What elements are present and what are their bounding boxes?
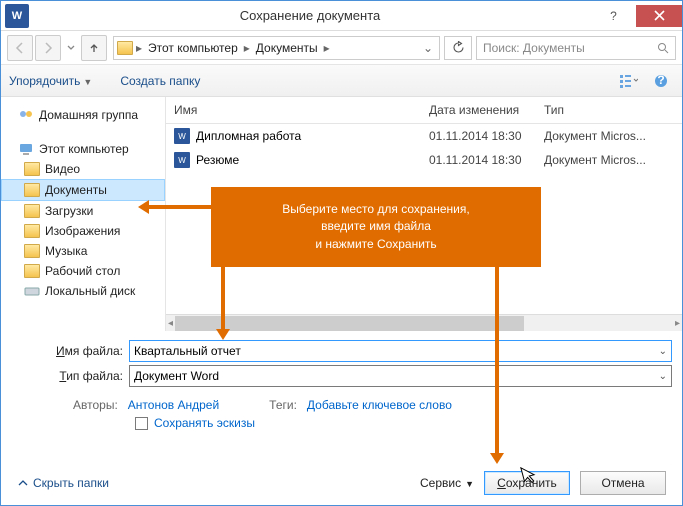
refresh-icon (452, 41, 465, 54)
svg-text:?: ? (657, 74, 664, 87)
annotation-arrow-left (141, 205, 211, 209)
metadata-row: Авторы: Антонов Андрей Теги: Добавьте ключ… (1, 390, 682, 412)
dialog-footer: Скрыть папки Сервис▼ Сохранить Отмена (1, 471, 682, 495)
column-headers[interactable]: Имя Дата изменения Тип (166, 97, 682, 124)
chevron-down-icon (67, 45, 75, 51)
file-row[interactable]: WДипломная работа 01.11.2014 18:30 Докум… (166, 124, 682, 148)
folder-icon (23, 243, 41, 259)
tags-key: Теги: (269, 398, 297, 412)
tree-video[interactable]: Видео (1, 159, 165, 179)
folder-icon (23, 223, 41, 239)
address-field[interactable]: ▸ Этот компьютер ▸ Документы ▸ ⌄ (113, 36, 440, 60)
command-bar: Упорядочить▼ Создать папку ? (1, 65, 682, 97)
nav-back-button[interactable] (7, 35, 33, 61)
view-icon (620, 74, 638, 88)
help-icon-button[interactable]: ? (648, 70, 674, 92)
col-date[interactable]: Дата изменения (429, 103, 544, 117)
filetype-select[interactable]: Документ Word⌄ (129, 365, 672, 387)
title-bar: W Сохранение документа ? (1, 1, 682, 31)
app-word-icon: W (5, 4, 29, 28)
nav-recent-button[interactable] (63, 35, 79, 61)
tags-value[interactable]: Добавьте ключевое слово (307, 398, 452, 412)
annotation-callout: Выберите место для сохранения, введите и… (211, 187, 541, 267)
folder-icon (23, 161, 41, 177)
arrow-up-icon (88, 42, 100, 54)
annotation-arrow-filename (221, 261, 225, 337)
folder-icon (23, 263, 41, 279)
tree-desktop[interactable]: Рабочий стол (1, 261, 165, 281)
navigation-tree: Домашняя группа Этот компьютер Видео Док… (1, 97, 166, 331)
tree-homegroup[interactable]: Домашняя группа (1, 105, 165, 125)
drive-icon (23, 283, 41, 299)
word-doc-icon: W (174, 152, 190, 168)
help-icon: ? (654, 74, 668, 88)
tools-menu[interactable]: Сервис▼ (420, 476, 474, 490)
folder-icon (23, 203, 41, 219)
col-type[interactable]: Тип (544, 103, 682, 117)
homegroup-icon (17, 107, 35, 123)
save-dialog-window: W Сохранение документа ? ▸ Этот компьюте… (0, 0, 683, 506)
thumbnail-checkbox-row: Сохранять эскизы (1, 412, 682, 430)
nav-forward-button[interactable] (35, 35, 61, 61)
nav-up-button[interactable] (81, 35, 107, 61)
view-options-button[interactable] (616, 70, 642, 92)
search-input[interactable]: Поиск: Документы (476, 36, 676, 60)
chevron-up-icon (17, 477, 29, 489)
authors-value[interactable]: Антонов Андрей (128, 398, 219, 412)
authors-key: Авторы: (73, 398, 118, 412)
horizontal-scrollbar[interactable]: ◂ ▸ (166, 314, 682, 331)
save-thumbnail-checkbox[interactable] (135, 417, 148, 430)
word-doc-icon: W (174, 128, 190, 144)
address-dropdown-icon[interactable]: ⌄ (417, 41, 439, 55)
save-form: Имя файла: Квартальный отчет⌄ Тип файла:… (1, 331, 682, 387)
tree-local-disk[interactable]: Локальный диск (1, 281, 165, 301)
organize-menu[interactable]: Упорядочить▼ (9, 74, 92, 88)
crumb-sep-icon: ▸ (134, 41, 144, 55)
address-bar: ▸ Этот компьютер ▸ Документы ▸ ⌄ Поиск: … (1, 31, 682, 65)
tree-documents[interactable]: Документы (1, 179, 165, 201)
cancel-button[interactable]: Отмена (580, 471, 666, 495)
filetype-label: Тип файла: (49, 369, 129, 383)
save-thumbnail-label[interactable]: Сохранять эскизы (154, 416, 255, 430)
crumb-sep-icon: ▸ (242, 41, 252, 55)
close-icon (654, 10, 665, 21)
crumb-documents[interactable]: Документы (252, 41, 322, 55)
crumb-this-pc[interactable]: Этот компьютер (144, 41, 242, 55)
hide-folders-button[interactable]: Скрыть папки (17, 476, 109, 490)
filename-input[interactable]: Квартальный отчет⌄ (129, 340, 672, 362)
window-buttons: ? (591, 5, 682, 27)
arrow-right-icon (42, 42, 54, 54)
crumb-sep-icon: ▸ (322, 41, 332, 55)
scroll-left-icon[interactable]: ◂ (168, 318, 173, 329)
dialog-title: Сохранение документа (29, 8, 591, 23)
folder-icon (116, 39, 134, 57)
tree-this-pc[interactable]: Этот компьютер (1, 139, 165, 159)
search-placeholder: Поиск: Документы (483, 41, 585, 55)
computer-icon (17, 141, 35, 157)
filename-label: Имя файла: (49, 344, 129, 358)
help-button[interactable]: ? (591, 5, 636, 27)
scroll-right-icon[interactable]: ▸ (675, 318, 680, 329)
folder-icon (23, 182, 41, 198)
tree-images[interactable]: Изображения (1, 221, 165, 241)
tree-music[interactable]: Музыка (1, 241, 165, 261)
annotation-arrow-save (495, 261, 499, 461)
new-folder-button[interactable]: Создать папку (120, 74, 200, 88)
arrow-left-icon (14, 42, 26, 54)
file-row[interactable]: WРезюме 01.11.2014 18:30 Документ Micros… (166, 148, 682, 172)
search-icon (657, 42, 669, 54)
col-name[interactable]: Имя (174, 103, 429, 117)
close-button[interactable] (636, 5, 682, 27)
refresh-button[interactable] (444, 36, 472, 60)
